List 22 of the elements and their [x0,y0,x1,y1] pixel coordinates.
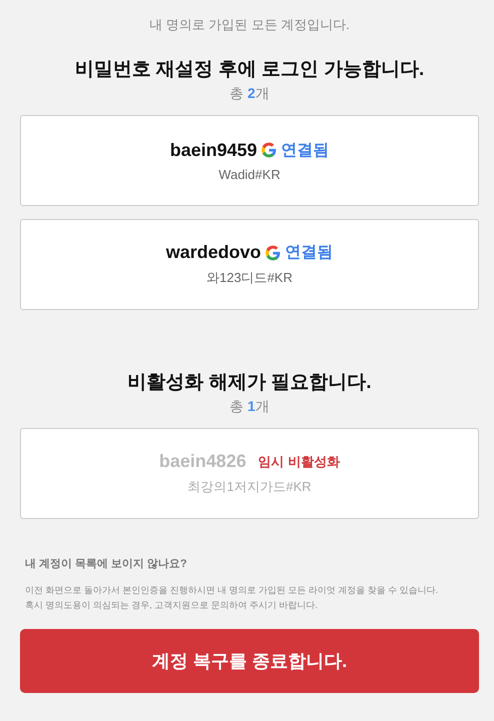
riot-id: 최강의1저지가드#KR [188,478,312,496]
riot-id: 와123디드#KR [206,269,292,287]
account-count: 총 1개 [230,398,270,416]
account-card[interactable]: baein9459 연결됨 Wadid#KR [20,115,479,206]
intro-text: 내 명의로 가입된 모든 계정입니다. [149,16,350,34]
account-count: 총 2개 [230,85,270,103]
account-name: wardedovo [166,242,262,263]
account-name: baein4826 [159,451,246,472]
account-card[interactable]: wardedovo 연결됨 와123디드#KR [20,219,479,310]
help-title: 내 계정이 목록에 보이지 않나요? [25,557,188,571]
section-title: 비밀번호 재설정 후에 로그인 가능합니다. [74,58,424,82]
google-icon [265,244,282,260]
account-card[interactable]: baein4826 임시 비활성화 최강의1저지가드#KR [20,428,479,519]
help-text: 이전 화면으로 돌아가서 본인인증을 진행하시면 내 명의로 가입된 모든 라이엇 계정을 찾을 수 있습니다. 혹시 명의도용이 의심되는 경우, 고객지원으로 문의하여 주시기 바랍니다. [25,584,440,612]
finish-button[interactable]: 계정 복구를 종료합니다. [20,629,479,693]
google-icon [261,142,278,158]
link-status: 연결됨 [285,243,334,263]
riot-id: Wadid#KR [218,166,280,182]
disabled-status: 임시 비활성화 [258,452,340,470]
link-status: 연결됨 [281,140,330,160]
section-title: 비활성화 해제가 필요합니다. [128,371,372,395]
account-name: baein9459 [170,140,258,160]
